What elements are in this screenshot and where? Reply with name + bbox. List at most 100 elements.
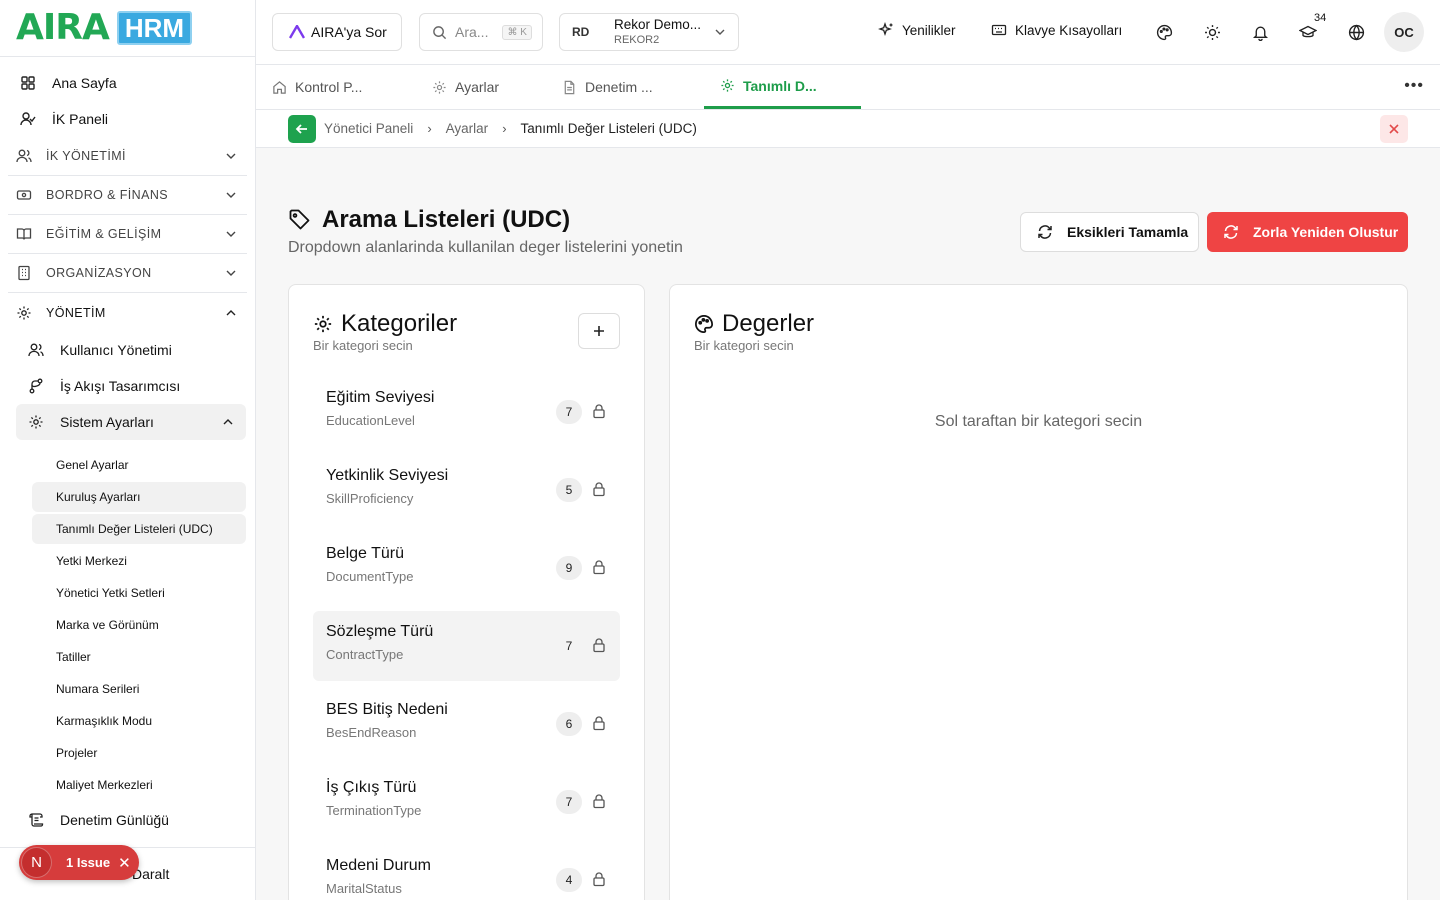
breadcrumb-item[interactable]: Yönetici Paneli xyxy=(324,121,413,136)
settings-leaf-projects[interactable]: Projeler xyxy=(32,738,246,768)
settings-leaf-permission-center[interactable]: Yetki Merkezi xyxy=(32,546,246,576)
scroll-icon xyxy=(29,813,44,827)
breadcrumb-current: Tanımlı Değer Listeleri (UDC) xyxy=(520,121,697,136)
settings-leaf-cost-centers[interactable]: Maliyet Merkezleri xyxy=(32,770,246,800)
force-regenerate-button[interactable]: Zorla Yeniden Olustur xyxy=(1207,212,1408,252)
graduation-cap-icon[interactable] xyxy=(1298,22,1318,42)
keyboard-shortcuts-button[interactable]: Klavye Kısayolları xyxy=(991,22,1122,38)
issue-badge[interactable]: N 1 Issue ✕ xyxy=(19,845,139,880)
category-item-selected[interactable]: Sözleşme Türü ContractType 7 xyxy=(313,611,620,681)
sidebar-item-home[interactable]: Ana Sayfa xyxy=(8,65,247,101)
sidebar-item-system-settings[interactable]: Sistem Ayarları xyxy=(16,404,246,440)
aira-logo-icon xyxy=(289,25,305,39)
category-item[interactable]: Belge Türü DocumentType 9 xyxy=(313,533,620,603)
settings-leaf-holidays[interactable]: Tatiller xyxy=(32,642,246,672)
chevron-up-icon xyxy=(223,419,233,425)
more-icon[interactable]: ••• xyxy=(1404,77,1424,95)
sidebar-section-hr[interactable]: İK YÖNETİMİ xyxy=(8,137,247,176)
sidebar-item-label: Kullanıcı Yönetimi xyxy=(60,342,172,358)
categories-title: Kategoriler xyxy=(341,310,458,337)
tab-udc[interactable]: Tanımlı D... xyxy=(704,65,861,109)
tab-label: Ayarlar xyxy=(455,79,500,95)
users-icon xyxy=(16,149,32,163)
category-item[interactable]: Eğitim Seviyesi EducationLevel 7 xyxy=(313,377,620,447)
user-avatar[interactable]: OC xyxy=(1384,12,1424,52)
section-label: YÖNETİM xyxy=(46,305,106,320)
organization-selector[interactable]: RD Rekor Demo... REKOR2 xyxy=(559,13,739,51)
section-label: BORDRO & FİNANS xyxy=(46,188,168,202)
building-icon xyxy=(18,265,30,281)
category-count: 7 xyxy=(556,790,582,814)
breadcrumb-item[interactable]: Ayarlar xyxy=(446,121,489,136)
settings-leaf-admin-permission-sets[interactable]: Yönetici Yetki Setleri xyxy=(32,578,246,608)
category-name: Sözleşme Türü xyxy=(326,623,434,640)
category-name: Yetkinlik Seviyesi xyxy=(326,467,449,484)
top-header: AIRA'ya Sor Ara... ⌘ K RD Rekor Demo... … xyxy=(256,0,1440,65)
user-check-icon xyxy=(20,112,36,126)
section-label: EĞİTİM & GELİŞİM xyxy=(46,227,162,241)
category-name: Medeni Durum xyxy=(326,857,431,874)
tab-settings[interactable]: Ayarlar xyxy=(416,65,556,109)
category-item[interactable]: BES Bitiş Nedeni BesEndReason 6 xyxy=(313,689,620,759)
values-card: Degerler Bir kategori secin Sol taraftan… xyxy=(669,284,1408,900)
add-category-button[interactable] xyxy=(578,313,620,349)
ask-aira-label: AIRA'ya Sor xyxy=(311,24,387,40)
back-button[interactable] xyxy=(288,114,316,143)
tab-dashboard[interactable]: Kontrol P... xyxy=(256,65,416,109)
brand-name: AIRA xyxy=(16,7,110,48)
sidebar-item-audit-log[interactable]: Denetim Günlüğü xyxy=(16,802,255,838)
sidebar-item-hr-panel[interactable]: İK Paneli xyxy=(8,101,247,137)
values-subtitle: Bir kategori secin xyxy=(694,338,794,353)
close-icon[interactable]: ✕ xyxy=(118,854,131,872)
lock-icon xyxy=(593,404,605,419)
whats-new-button[interactable]: Yenilikler xyxy=(878,22,956,38)
sidebar-section-training[interactable]: EĞİTİM & GELİŞİM xyxy=(8,215,247,254)
settings-leaf-general[interactable]: Genel Ayarlar xyxy=(32,450,246,480)
sidebar-section-management[interactable]: YÖNETİM xyxy=(8,293,247,332)
settings-leaf-brand[interactable]: Marka ve Görünüm xyxy=(32,610,246,640)
tag-icon xyxy=(289,209,310,230)
breadcrumb: Yönetici Paneli › Ayarlar › Tanımlı Değe… xyxy=(256,110,1440,148)
file-icon xyxy=(564,80,575,94)
chevron-down-icon xyxy=(715,29,725,35)
chevron-down-icon xyxy=(226,153,236,159)
globe-icon[interactable] xyxy=(1346,22,1366,42)
search-input[interactable]: Ara... ⌘ K xyxy=(419,13,543,51)
brand-logo[interactable]: AIRA HRM xyxy=(0,0,255,57)
category-item[interactable]: Medeni Durum MaritalStatus 4 xyxy=(313,845,620,900)
category-code: MaritalStatus xyxy=(326,881,402,896)
tab-label: Kontrol P... xyxy=(295,79,363,95)
settings-leaf-number-series[interactable]: Numara Serileri xyxy=(32,674,246,704)
gear-icon xyxy=(433,80,446,94)
issue-label: 1 Issue xyxy=(66,855,111,870)
complete-missing-button[interactable]: Eksikleri Tamamla xyxy=(1020,212,1199,252)
sidebar-section-payroll[interactable]: BORDRO & FİNANS xyxy=(8,176,247,215)
settings-leaf-udc[interactable]: Tanımlı Değer Listeleri (UDC) xyxy=(32,514,246,544)
palette-icon[interactable] xyxy=(1154,22,1174,42)
section-label: İK YÖNETİMİ xyxy=(46,149,126,163)
gear-icon xyxy=(314,315,332,333)
tab-bar: Kontrol P... Ayarlar Denetim ... Tanımlı… xyxy=(256,65,1440,110)
settings-leaf-organization[interactable]: Kuruluş Ayarları xyxy=(32,482,246,512)
sidebar-section-organization[interactable]: ORGANİZASYON xyxy=(8,254,247,293)
notification-count: 34 xyxy=(1314,12,1327,24)
category-count: 9 xyxy=(556,556,582,580)
sun-icon[interactable] xyxy=(1202,22,1222,42)
chevron-down-icon xyxy=(226,231,236,237)
bell-icon[interactable] xyxy=(1250,22,1270,42)
sidebar-item-workflow-designer[interactable]: İş Akışı Tasarımcısı xyxy=(16,368,255,404)
org-initials: RD xyxy=(572,25,590,39)
category-item[interactable]: Yetkinlik Seviyesi SkillProficiency 5 xyxy=(313,455,620,525)
sidebar-item-user-management[interactable]: Kullanıcı Yönetimi xyxy=(16,332,255,368)
whats-new-label: Yenilikler xyxy=(902,22,956,38)
section-label: ORGANİZASYON xyxy=(46,266,152,280)
settings-leaf-complexity[interactable]: Karmaşıklık Modu xyxy=(32,706,246,736)
tab-audit[interactable]: Denetim ... xyxy=(546,65,696,109)
lock-icon xyxy=(593,794,605,809)
category-item[interactable]: İş Çıkış Türü TerminationType 7 xyxy=(313,767,620,837)
close-page-button[interactable] xyxy=(1380,115,1408,143)
main-content: Arama Listeleri (UDC) Dropdown alanlarin… xyxy=(256,148,1440,900)
categories-subtitle: Bir kategori secin xyxy=(313,338,413,353)
category-count: 4 xyxy=(556,868,582,892)
ask-aira-button[interactable]: AIRA'ya Sor xyxy=(272,13,402,51)
